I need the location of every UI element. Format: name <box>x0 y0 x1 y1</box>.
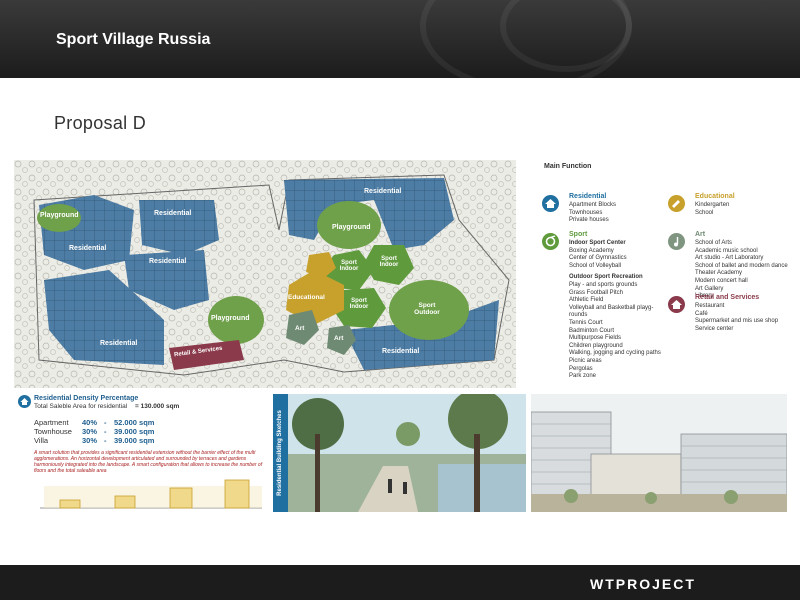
legend-subtitle: Indoor Sport Center <box>569 240 626 246</box>
company-logo: WTPROJECT <box>590 576 696 592</box>
house-icon <box>18 395 31 408</box>
density-row-percent: 40% <box>82 418 98 427</box>
legend-group-title: Art <box>695 231 706 238</box>
zone-label: Sport Indoor <box>349 298 369 310</box>
zone-label: Residential <box>382 348 420 355</box>
legend-item: Townhouses <box>569 209 603 216</box>
building-sketch-drawing <box>531 394 787 512</box>
proposal-title: Proposal D <box>54 113 147 133</box>
legend-item: Grass Football Pitch <box>569 289 624 296</box>
site-plan-map: Playground Residential Residential Resid… <box>14 160 516 388</box>
density-row-label: Townhouse <box>34 427 72 436</box>
legend-item: School of Volleyball <box>569 262 622 269</box>
zone-label: Art <box>295 325 305 332</box>
legend-item: Boxing Academy <box>569 247 614 254</box>
legend-group-title: Retail and Services <box>695 294 760 301</box>
sketch-band-label: Residential Building Sketches <box>277 410 283 496</box>
legend-item: School of Arts <box>695 240 733 246</box>
legend-item: Volleyball and Basketball playg- <box>569 304 654 311</box>
legend-group-title: Educational <box>695 193 735 200</box>
zone-label: Residential <box>100 340 138 347</box>
legend-item: Art studio - Art Laboratory <box>695 255 764 262</box>
legend-item: Pergolas <box>569 365 593 372</box>
park-sketch-drawing <box>288 394 526 512</box>
legend-item: Children playground <box>569 342 623 349</box>
zone-label: Playground <box>40 212 79 219</box>
density-total-label: Total Saleble Area for residential <box>34 403 128 410</box>
legend-group-title: Residential <box>569 193 607 200</box>
legend-item: rounds <box>569 312 588 319</box>
zone-label: Sport Indoor <box>379 256 399 268</box>
density-total-value: = 130.000 sqm <box>135 403 180 410</box>
sketch-band: Residential Building Sketches <box>273 394 288 512</box>
density-row-dash: - <box>104 418 107 427</box>
legend-group-title: Sport <box>569 231 588 238</box>
building-section-diagram <box>40 479 262 509</box>
density-title: Residential Density Percentage <box>34 395 139 402</box>
legend-item: Picnic areas <box>569 357 602 364</box>
legend-item: Tennis Court <box>569 319 603 326</box>
zone-label: Playground <box>332 224 371 231</box>
density-row-dash: - <box>104 427 107 436</box>
density-note: A smart solution that provides a signifi… <box>34 450 263 474</box>
zone-label: Residential <box>154 210 192 217</box>
legend-item: School <box>695 209 714 216</box>
footer-bar: WTPROJECT <box>0 565 800 600</box>
legend-item: Athletic Field <box>569 297 604 304</box>
legend-item: Apartment Blocks <box>569 202 617 208</box>
legend-item: Academic music school <box>695 247 758 254</box>
building-sketch-image <box>531 394 787 512</box>
density-total: Total Saleble Area for residential = 130… <box>34 403 179 410</box>
legend-title: Main Function <box>544 163 592 170</box>
density-row-value: 39.000 sqm <box>114 427 155 436</box>
density-row-label: Apartment <box>34 418 69 427</box>
density-row-percent: 30% <box>82 436 98 445</box>
zone-label: Educational <box>288 294 325 301</box>
zone-label: Residential <box>364 188 402 195</box>
legend-item: Modern concert hall <box>695 277 748 284</box>
site-plan-drawing <box>14 160 516 388</box>
density-row-label: Villa <box>34 436 49 445</box>
zone-label: Sport Indoor <box>339 260 359 272</box>
shop-icon <box>668 296 685 313</box>
legend-item: Theater Academy <box>695 270 743 277</box>
legend-item: Walking, jogging and cycling paths <box>569 350 661 357</box>
zone-label: Residential <box>69 245 107 252</box>
legend-panel: Main Function Residential Apartment Bloc… <box>528 160 800 390</box>
sport-icon <box>542 233 559 250</box>
zone-label: Residential <box>149 258 187 265</box>
residential-sketch-image: Residential Building Sketches <box>273 394 526 512</box>
density-panel: Residential Density Percentage Total Sal… <box>14 394 270 512</box>
header-title: Sport Village Russia <box>56 31 211 48</box>
legend-item: Park zone <box>569 373 597 380</box>
music-note-icon <box>668 233 685 250</box>
legend-item: Art Gallery <box>695 285 724 292</box>
legend-item: Badminton Court <box>569 327 615 334</box>
legend-item: Service center <box>695 325 734 332</box>
density-row-value: 52.000 sqm <box>114 418 155 427</box>
zone-label: Sport Outdoor <box>414 302 440 316</box>
legend-item: Multipurpose Fields <box>569 335 622 342</box>
legend-item: Café <box>695 310 708 317</box>
density-row-value: 39.000 sqm <box>114 436 155 445</box>
legend-item: Play - and sports grounds <box>569 281 638 288</box>
zone-label: Playground <box>211 315 250 322</box>
education-icon <box>668 195 685 212</box>
legend-item: Supermarket and mis use shop <box>695 318 779 325</box>
zone-label: Art <box>334 335 344 342</box>
legend-item: Private houses <box>569 217 609 224</box>
header-bar: Sport Village Russia <box>0 0 800 78</box>
density-row-percent: 30% <box>82 427 98 436</box>
density-row-dash: - <box>104 436 107 445</box>
legend-subtitle: Outdoor Sport Recreation <box>569 274 643 281</box>
house-icon <box>542 195 559 212</box>
legend-item: Center of Gymnastics <box>569 255 627 262</box>
legend-item: Kindergarten <box>695 202 730 208</box>
legend-item: School of ballet and modern dance <box>695 262 788 269</box>
legend-item: Restaurant <box>695 303 725 309</box>
